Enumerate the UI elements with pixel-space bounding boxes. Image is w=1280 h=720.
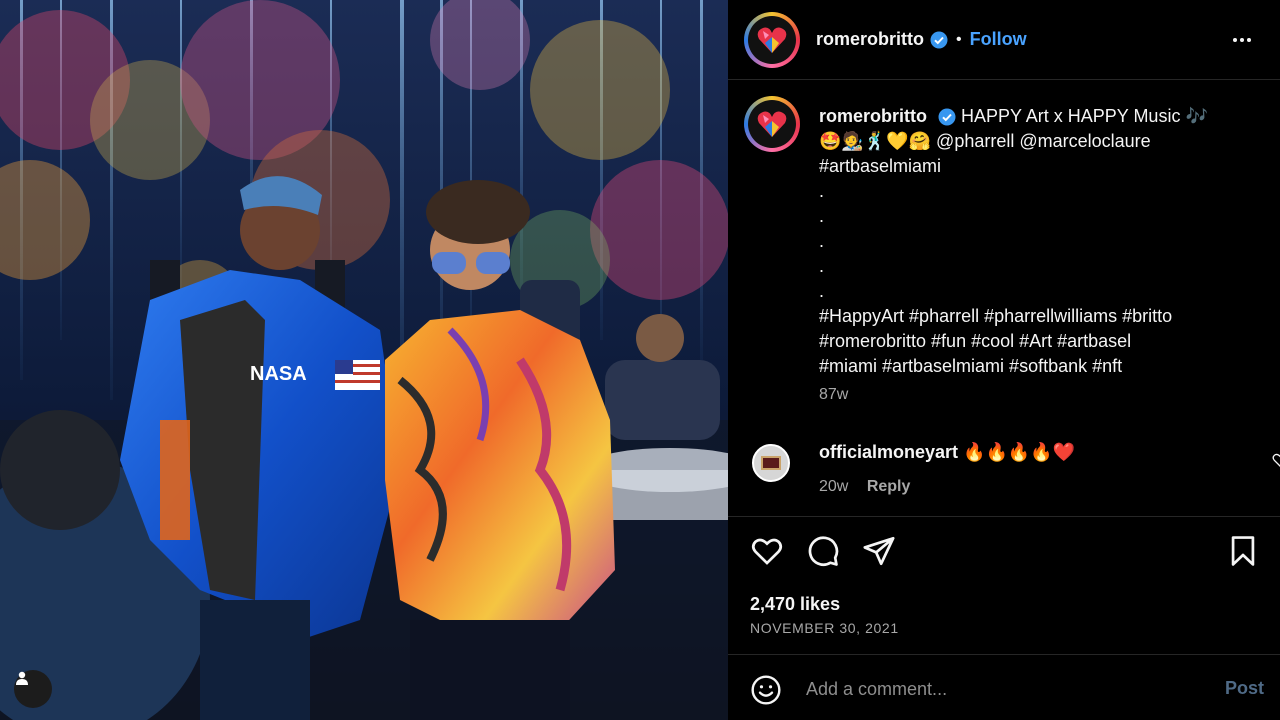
verified-badge-icon [930,31,948,49]
header-separator: • [956,30,962,48]
caption-line: . [819,206,825,226]
bookmark-icon[interactable] [1226,534,1260,573]
post-media[interactable]: NASA [0,0,728,720]
divider [728,654,1280,655]
britto-heart-logo [757,27,787,53]
smiley-icon[interactable] [750,674,782,711]
comment-timestamp[interactable]: 20w [819,478,848,495]
avatar-image [748,100,796,148]
divider [728,516,1280,517]
follow-button[interactable]: Follow [970,29,1027,50]
user-tag-icon [16,671,28,685]
verified-badge-icon [938,108,956,126]
svg-text:NASA: NASA [250,363,307,385]
caption-line: . [819,281,825,301]
comment-body: officialmoneyart 🔥🔥🔥🔥❤️ [819,442,1075,463]
britto-heart-logo [757,111,787,137]
header-username[interactable]: romerobritto [816,29,924,50]
caption-line: . [819,231,825,251]
caption-text: romerobritto HAPPY Art x HAPPY Music 🎶 🤩… [819,104,1259,379]
caption-username[interactable]: romerobritto [819,106,927,126]
post-header: romerobritto • Follow [728,0,1280,80]
post-comment-button[interactable]: Post [1225,678,1264,699]
post-photo: NASA [0,0,728,720]
comment-input[interactable] [806,676,1186,702]
caption-hashtags[interactable]: #HappyArt #pharrell #pharrellwilliams #b… [819,304,1259,329]
caption-first-line: romerobritto HAPPY Art x HAPPY Music 🎶 [819,104,1259,129]
comment-avatar-image [761,456,781,470]
caption-line-text: HAPPY Art x HAPPY Music 🎶 [961,106,1208,126]
comment-username[interactable]: officialmoneyart [819,442,958,462]
comment-meta: 20w Reply [819,478,910,496]
comment-text: 🔥🔥🔥🔥❤️ [963,442,1076,462]
comment-like-icon[interactable] [1272,452,1280,473]
caption-hashtags[interactable]: #romerobritto #fun #cool #Art #artbasel [819,329,1259,354]
post-date: NOVEMBER 30, 2021 [750,620,899,636]
caption-timestamp[interactable]: 87w [819,386,848,404]
caption-line: 🤩🧑‍🎨🕺💛🤗 @pharrell @marceloclaure [819,131,1151,151]
caption-line[interactable]: #artbaselmiami [819,154,1259,179]
add-comment-bar: Post [728,656,1280,720]
post-actions [750,534,1260,570]
heart-icon[interactable] [750,534,784,573]
avatar-image [748,15,796,64]
caption-avatar[interactable] [744,96,800,152]
comment-avatar[interactable] [752,444,790,482]
paper-plane-icon[interactable] [862,534,896,573]
comment-bubble-icon[interactable] [806,534,840,573]
tagged-users-button[interactable] [14,670,52,708]
caption-line: . [819,181,825,201]
post-details-panel: romerobritto • Follow romerobritto HAPPY… [728,0,1280,720]
avatar[interactable] [744,11,800,68]
more-horizontal-icon[interactable] [1228,26,1256,54]
likes-count[interactable]: 2,470 likes [750,594,840,615]
caption-hashtags[interactable]: #miami #artbaselmiami #softbank #nft [819,354,1259,379]
caption-line: . [819,256,825,276]
reply-button[interactable]: Reply [867,478,911,495]
